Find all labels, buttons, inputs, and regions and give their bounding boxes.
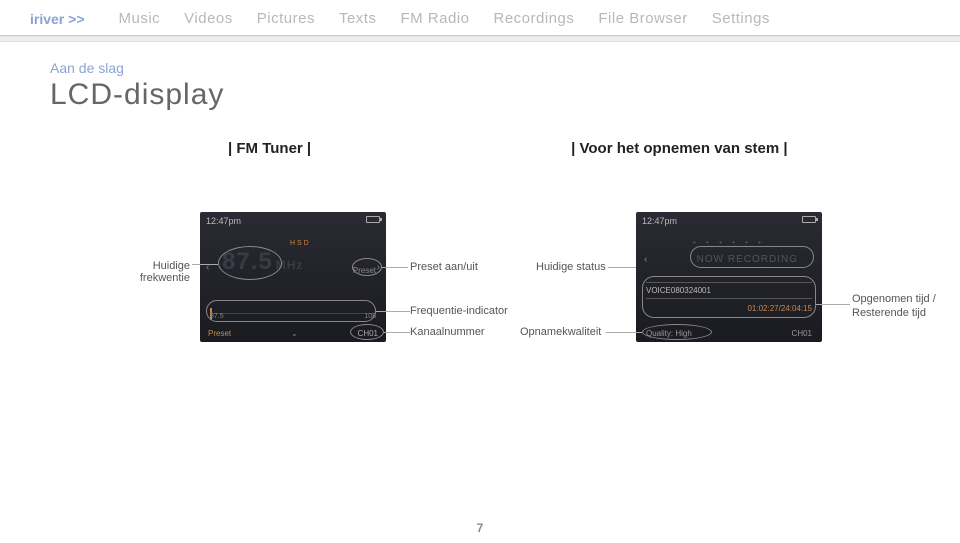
- breadcrumb: Aan de slag: [50, 60, 920, 76]
- section-fm-tuner: | FM Tuner |: [228, 140, 311, 157]
- callout-circle-quality: [642, 324, 712, 340]
- callout-line: [192, 264, 218, 265]
- callout-line: [606, 332, 642, 333]
- callout-circle-preset: [352, 258, 382, 276]
- annotation-recording-quality: Opnamekwaliteit: [520, 326, 601, 338]
- nav-file-browser[interactable]: File Browser: [598, 10, 687, 27]
- fm-tuner-screen: 12:47pm H S D 87.5MHz Preset ‹ › 87.5 10…: [200, 212, 386, 342]
- chevron-left-icon: ‹: [644, 254, 647, 265]
- nav-settings[interactable]: Settings: [712, 10, 770, 27]
- callout-line: [382, 267, 408, 268]
- section-voice-record: | Voor het opnemen van stem |: [571, 140, 788, 157]
- callout-circle-channel: [350, 324, 384, 340]
- annotation-current-frequency: Huidige frekwentie: [110, 260, 190, 284]
- chevron-down-icon: ⌄: [291, 329, 298, 338]
- nav-fm-radio[interactable]: FM Radio: [400, 10, 469, 27]
- nav-videos[interactable]: Videos: [184, 10, 233, 27]
- callout-line: [608, 267, 636, 268]
- diagram-area: Huidige frekwentie 12:47pm H S D 87.5MHz…: [50, 212, 920, 432]
- voice-channel: CH01: [792, 329, 812, 338]
- annotation-channel-number: Kanaalnummer: [410, 326, 485, 338]
- top-navigation: iriver >> Music Videos Pictures Texts FM…: [0, 0, 960, 36]
- callout-circle-freq-indicator: [206, 300, 376, 322]
- annotation-recorded-time: Opgenomen tijd / Resterende tijd: [852, 292, 960, 321]
- fm-bottom-preset: Preset: [208, 329, 231, 338]
- battery-icon: [366, 216, 380, 223]
- nav-music[interactable]: Music: [119, 10, 161, 27]
- nav-recordings[interactable]: Recordings: [494, 10, 575, 27]
- fm-hd-indicator: H S D: [290, 240, 309, 247]
- annotation-frequency-indicator: Frequentie-indicator: [410, 305, 508, 317]
- callout-circle-status: [690, 246, 814, 268]
- fm-time: 12:47pm: [206, 216, 241, 226]
- voice-time: 12:47pm: [642, 216, 677, 226]
- callout-circle-file-time: [642, 276, 816, 318]
- callout-line: [384, 332, 410, 333]
- callout-circle-frequency: [218, 246, 282, 280]
- nav-texts[interactable]: Texts: [339, 10, 377, 27]
- page-number: 7: [0, 521, 960, 535]
- callout-line: [376, 311, 410, 312]
- brand-logo: iriver >>: [30, 11, 85, 27]
- annotation-preset-toggle: Preset aan/uit: [410, 261, 478, 273]
- callout-line: [816, 304, 850, 305]
- nav-pictures[interactable]: Pictures: [257, 10, 315, 27]
- battery-icon: [802, 216, 816, 223]
- page-title: LCD-display: [50, 78, 920, 112]
- annotation-current-status: Huidige status: [536, 261, 606, 273]
